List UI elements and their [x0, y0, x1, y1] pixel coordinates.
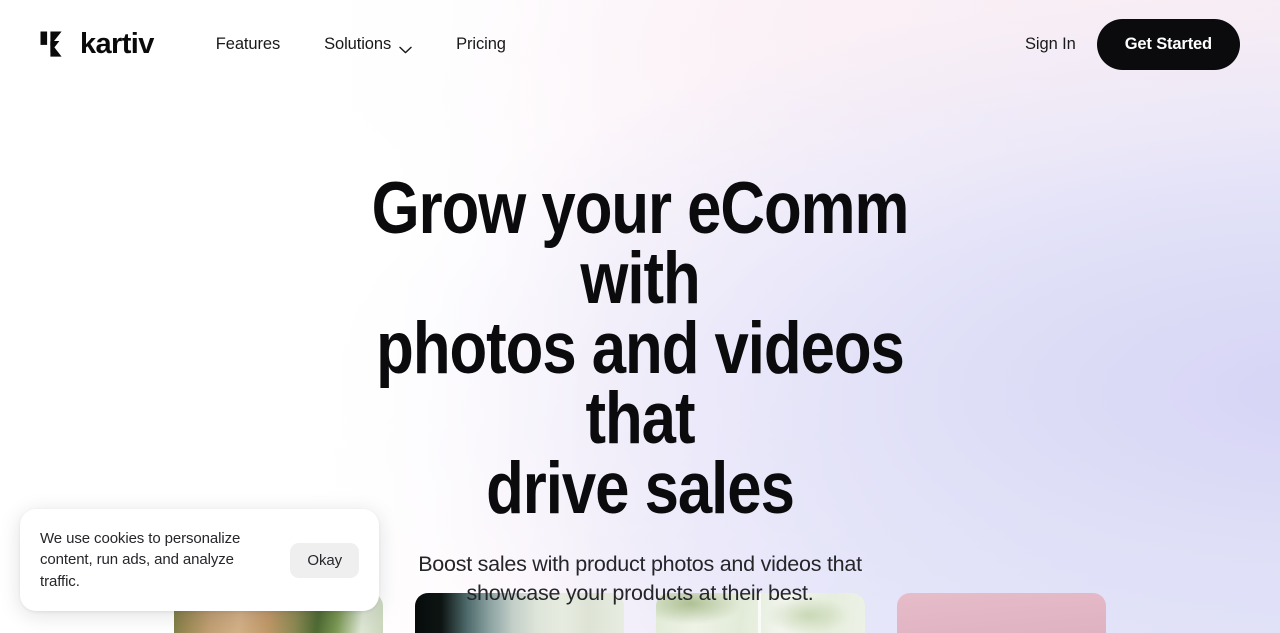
page-title: Grow your eComm with photos and videos t…	[348, 172, 931, 525]
brand-logo-link[interactable]: kartiv	[40, 28, 154, 60]
nav-item-features-label: Features	[215, 34, 281, 53]
chevron-down-icon	[399, 40, 412, 54]
kartiv-k-mark-icon	[40, 28, 68, 60]
subheading-line-2: showcase your products at their best.	[466, 580, 814, 605]
subheading-line-1: Boost sales with product photos and vide…	[418, 552, 862, 577]
cookie-accept-button[interactable]: Okay	[290, 542, 359, 578]
cookie-consent-banner: We use cookies to personalize content, r…	[20, 509, 379, 611]
nav-item-pricing-label: Pricing	[456, 34, 506, 53]
top-navigation-bar: kartiv Features Solutions Pricing Sign I…	[0, 0, 1280, 88]
brand-wordmark: kartiv	[80, 27, 154, 60]
nav-item-pricing[interactable]: Pricing	[456, 35, 506, 54]
cookie-consent-text: We use cookies to personalize content, r…	[40, 528, 276, 592]
cookie-text-line-1: We use cookies to personalize	[40, 530, 241, 548]
nav-links: Features Solutions Pricing	[216, 35, 506, 54]
nav-item-features[interactable]: Features	[216, 35, 280, 54]
nav-item-solutions[interactable]: Solutions	[324, 35, 412, 54]
headline-line-2: photos and videos that	[376, 308, 905, 460]
nav-actions: Sign In Get Started	[1021, 18, 1240, 70]
get-started-button[interactable]: Get Started	[1096, 18, 1240, 70]
headline-line-3: drive sales	[486, 448, 795, 530]
hero-subheading: Boost sales with product photos and vide…	[405, 550, 875, 607]
headline-line-1: Grow your eComm with	[371, 168, 910, 320]
sign-in-link[interactable]: Sign In	[1021, 29, 1080, 60]
nav-item-solutions-label: Solutions	[324, 34, 392, 53]
cookie-text-line-2: content, run ads, and analyze traffic.	[40, 551, 234, 590]
